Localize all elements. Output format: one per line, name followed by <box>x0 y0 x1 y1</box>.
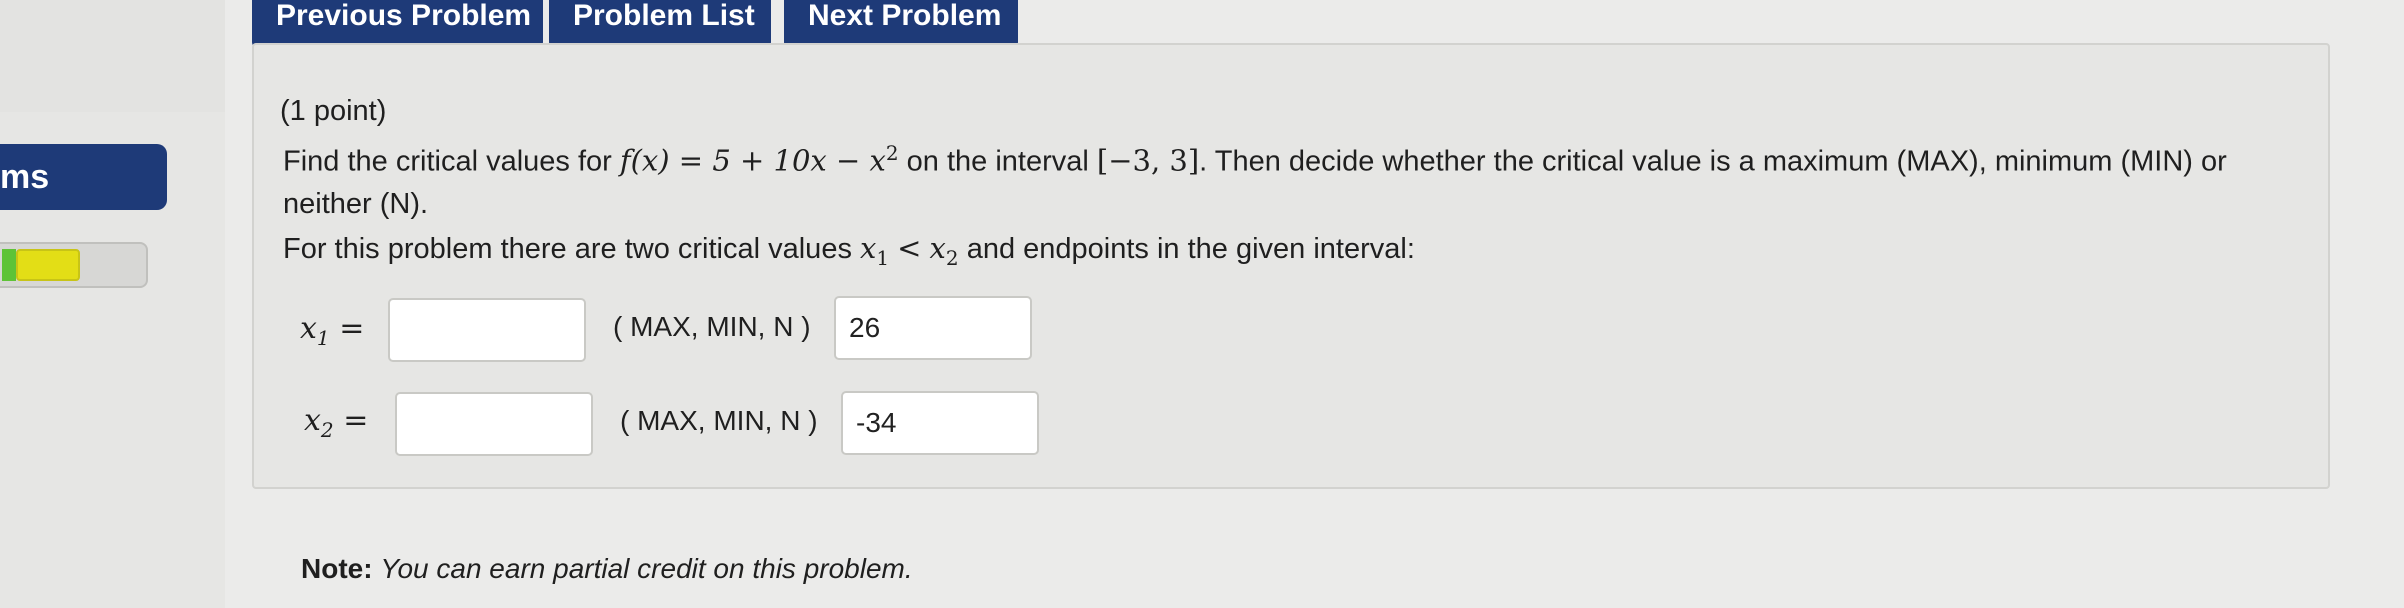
note-text: You can earn partial credit on this prob… <box>380 553 913 584</box>
critical-value-x2-sub: 2 <box>945 245 959 270</box>
sidebar-heading: ms <box>0 144 167 210</box>
x2-label-equals: = <box>343 403 369 438</box>
problem-instruction-prefix: Find the critical values for <box>283 145 612 178</box>
x2-input[interactable] <box>395 392 593 456</box>
x2-label-variable: x <box>304 403 321 438</box>
critical-values-statement: For this problem there are two critical … <box>283 231 1415 270</box>
problem-interval: [−3, 3] <box>1096 143 1200 178</box>
critical-value-x1-sub: 1 <box>876 245 890 270</box>
critical-values-prefix: For this problem there are two critical … <box>283 233 852 265</box>
problem-panel: (1 point) Find the critical values for f… <box>252 43 2330 489</box>
critical-value-x2: x <box>929 231 946 265</box>
critical-values-suffix: and endpoints in the given interval: <box>966 233 1415 265</box>
x1-label-equals: = <box>339 311 365 346</box>
problem-function: f(x) = 5 + 10x − x <box>619 143 886 178</box>
x2-max-min-n-input[interactable]: -34 <box>841 391 1039 455</box>
problem-statement: Find the critical values for f(x) = 5 + … <box>283 141 2227 179</box>
next-problem-button[interactable]: Next Problem <box>784 0 1018 48</box>
x1-label-variable: x <box>300 311 317 346</box>
x2-choice-label: ( MAX, MIN, N ) <box>620 405 818 436</box>
note-label: Note: <box>301 553 373 584</box>
x2-label: x2 = <box>304 403 368 442</box>
progress-correct-segment <box>2 249 16 281</box>
critical-value-x1: x <box>860 231 877 265</box>
previous-problem-button[interactable]: Previous Problem <box>252 0 543 48</box>
problem-instruction-suffix: . Then decide whether the critical value… <box>1199 145 2227 178</box>
x1-label: x1 = <box>300 311 364 350</box>
problem-statement-line-2: neither (N). <box>283 188 429 220</box>
progress-partial-segment <box>16 249 80 281</box>
problem-list-button[interactable]: Problem List <box>549 0 771 48</box>
x1-choice-label: ( MAX, MIN, N ) <box>613 311 811 342</box>
problem-function-power: 2 <box>885 141 899 165</box>
x1-max-min-n-input[interactable]: 26 <box>834 296 1032 360</box>
problem-points: (1 point) <box>280 95 387 127</box>
partial-credit-note: Note: You can earn partial credit on thi… <box>301 553 913 585</box>
sidebar: ms <box>0 0 225 608</box>
critical-values-less-than: < <box>897 231 922 265</box>
sidebar-top-panel <box>0 0 225 112</box>
problem-progress-bar <box>0 242 148 288</box>
x1-input[interactable] <box>388 298 586 362</box>
x1-label-subscript: 1 <box>316 326 330 350</box>
x2-label-subscript: 2 <box>320 418 334 442</box>
problem-interval-prefix: on the interval <box>906 145 1089 178</box>
